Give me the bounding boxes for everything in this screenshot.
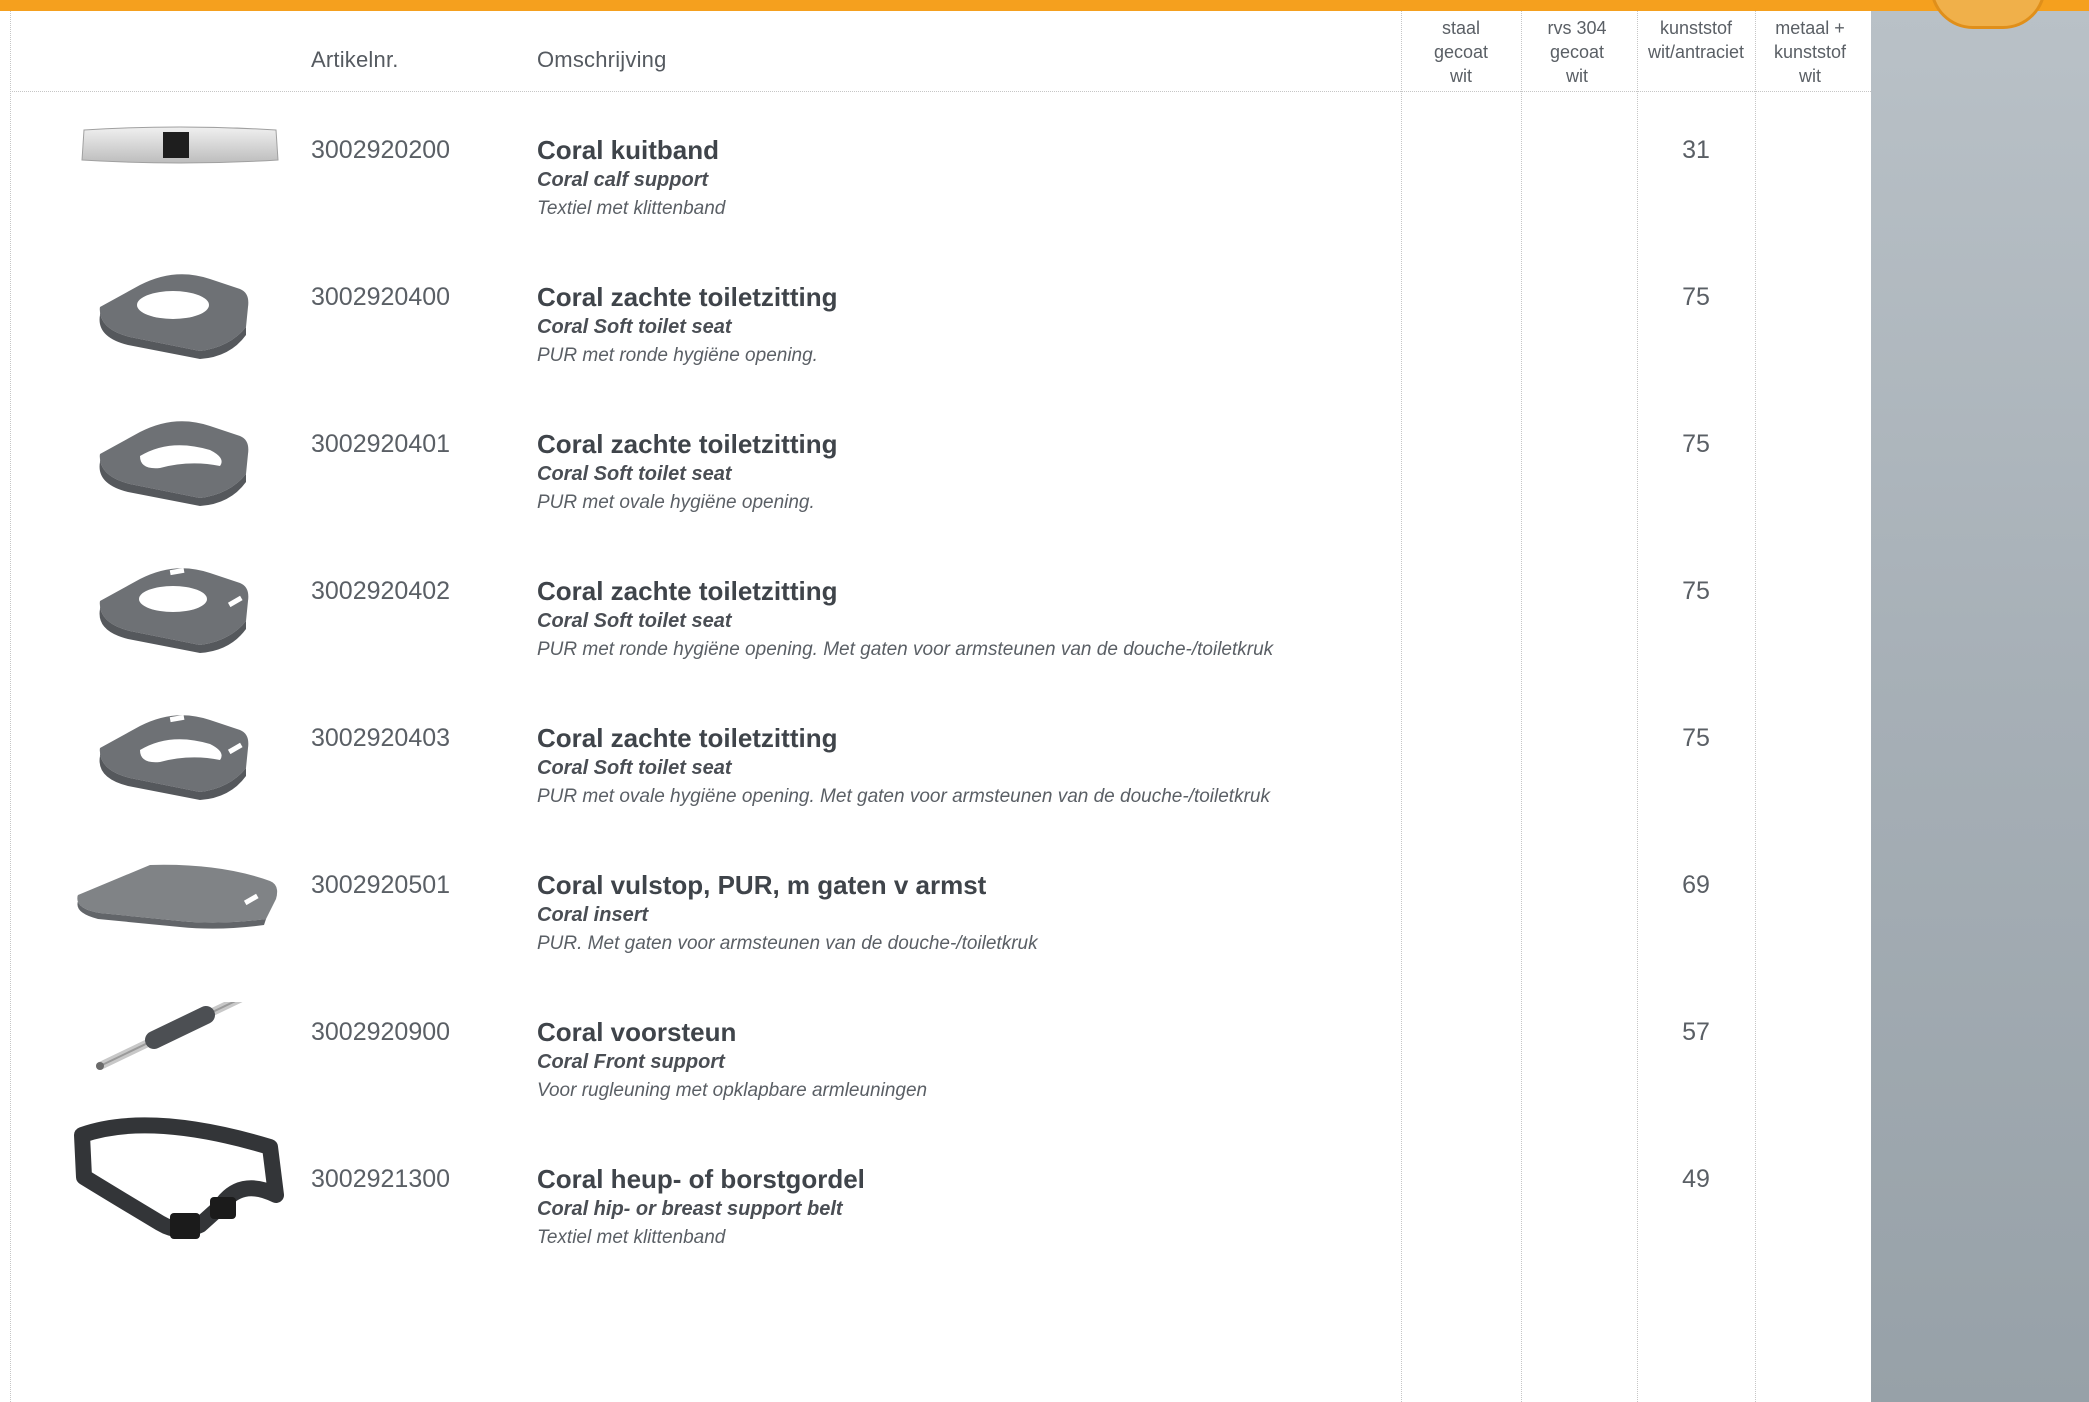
product-title: Coral kuitband [537,135,720,165]
product-title: Coral zachte toiletzitting [537,576,838,606]
table-row: 3002920403 Coral zachte toiletzitting Co… [0,708,1871,855]
product-note: PUR met ovale hygiëne opening. [537,492,815,513]
side-panel [1871,11,2089,1402]
product-title: Coral zachte toiletzitting [537,282,838,312]
product-note: PUR met ronde hygiëne opening. [537,345,818,366]
price-kunststof: 31 [1682,136,1710,164]
table-row: 3002920400 Coral zachte toiletzitting Co… [0,267,1871,414]
price-kunststof: 49 [1682,1165,1710,1193]
product-note: Voor rugleuning met opklapbare armleunin… [537,1080,928,1101]
product-note: PUR. Met gaten voor armsteunen van de do… [537,933,1038,954]
header-divider [10,91,1871,92]
calf-band-image [70,120,290,230]
product-title: Coral heup- of borstgordel [537,1164,865,1194]
article-number: 3002920402 [311,577,451,605]
product-note: PUR met ovale hygiëne opening. Met gaten… [537,786,1270,807]
price-kunststof: 69 [1682,871,1710,899]
article-number: 3002920401 [311,430,451,458]
product-title: Coral zachte toiletzitting [537,723,838,753]
insert-pad-image [70,855,290,965]
description: Coral zachte toiletzitting Coral Soft to… [537,428,1397,517]
article-number: 3002920400 [311,283,451,311]
price-kunststof: 75 [1682,724,1710,752]
product-subtitle: Coral Front support [537,1051,725,1073]
product-subtitle: Coral Soft toilet seat [537,610,732,632]
product-subtitle: Coral Soft toilet seat [537,316,732,338]
column-header-metaal: metaal + kunststof wit [1773,18,1847,86]
product-subtitle: Coral calf support [537,169,709,191]
toilet-seat-round-holes-image [70,561,290,671]
article-number: 3002920403 [311,724,451,752]
table-row: 3002920401 Coral zachte toiletzitting Co… [0,414,1871,561]
column-header-omschrijving: Omschrijving [537,47,667,72]
article-number: 3002921300 [311,1165,451,1193]
product-subtitle: Coral insert [537,904,649,926]
table-row: 3002920402 Coral zachte toiletzitting Co… [0,561,1871,708]
product-subtitle: Coral hip- or breast support belt [537,1198,843,1220]
description: Coral kuitband Coral calf support Textie… [537,134,1397,223]
article-number: 3002920900 [311,1018,451,1046]
table-row: 3002920501 Coral vulstop, PUR, m gaten v… [0,855,1871,1002]
description: Coral zachte toiletzitting Coral Soft to… [537,281,1397,370]
column-header-artikelnr: Artikelnr. [311,47,399,72]
column-header-staal: staal gecoat wit [1433,18,1489,86]
product-subtitle: Coral Soft toilet seat [537,757,732,779]
product-note: Textiel met klittenband [537,1227,726,1248]
price-kunststof: 75 [1682,577,1710,605]
description: Coral vulstop, PUR, m gaten v armst Cora… [537,869,1397,958]
table-row: 3002921300 Coral heup- of borstgordel Co… [0,1117,1871,1296]
description: Coral heup- of borstgordel Coral hip- or… [537,1163,1397,1252]
product-title: Coral voorsteun [537,1017,737,1047]
description: Coral zachte toiletzitting Coral Soft to… [537,722,1397,811]
column-header-rvs: rvs 304 gecoat wit [1547,18,1607,86]
front-support-bar-image [70,1002,290,1112]
price-kunststof: 75 [1682,283,1710,311]
product-subtitle: Coral Soft toilet seat [537,463,732,485]
price-kunststof: 75 [1682,430,1710,458]
price-kunststof: 57 [1682,1018,1710,1046]
product-title: Coral zachte toiletzitting [537,429,838,459]
toilet-seat-round-image [70,267,290,377]
product-title: Coral vulstop, PUR, m gaten v armst [537,870,987,900]
article-number: 3002920501 [311,871,451,899]
description: Coral zachte toiletzitting Coral Soft to… [537,575,1397,664]
toilet-seat-oval-image [70,414,290,524]
toilet-seat-oval-holes-image [70,708,290,818]
top-accent-bar [0,0,2089,11]
product-note: PUR met ronde hygiëne opening. Met gaten… [537,639,1274,660]
description: Coral voorsteun Coral Front support Voor… [537,1016,1397,1105]
table-row: 3002920200 Coral kuitband Coral calf sup… [0,120,1871,267]
article-number: 3002920200 [311,136,451,164]
support-belt-image [70,1117,290,1257]
column-header-kunststof: kunststof wit/antraciet [1647,18,1745,62]
product-note: Textiel met klittenband [537,198,726,219]
